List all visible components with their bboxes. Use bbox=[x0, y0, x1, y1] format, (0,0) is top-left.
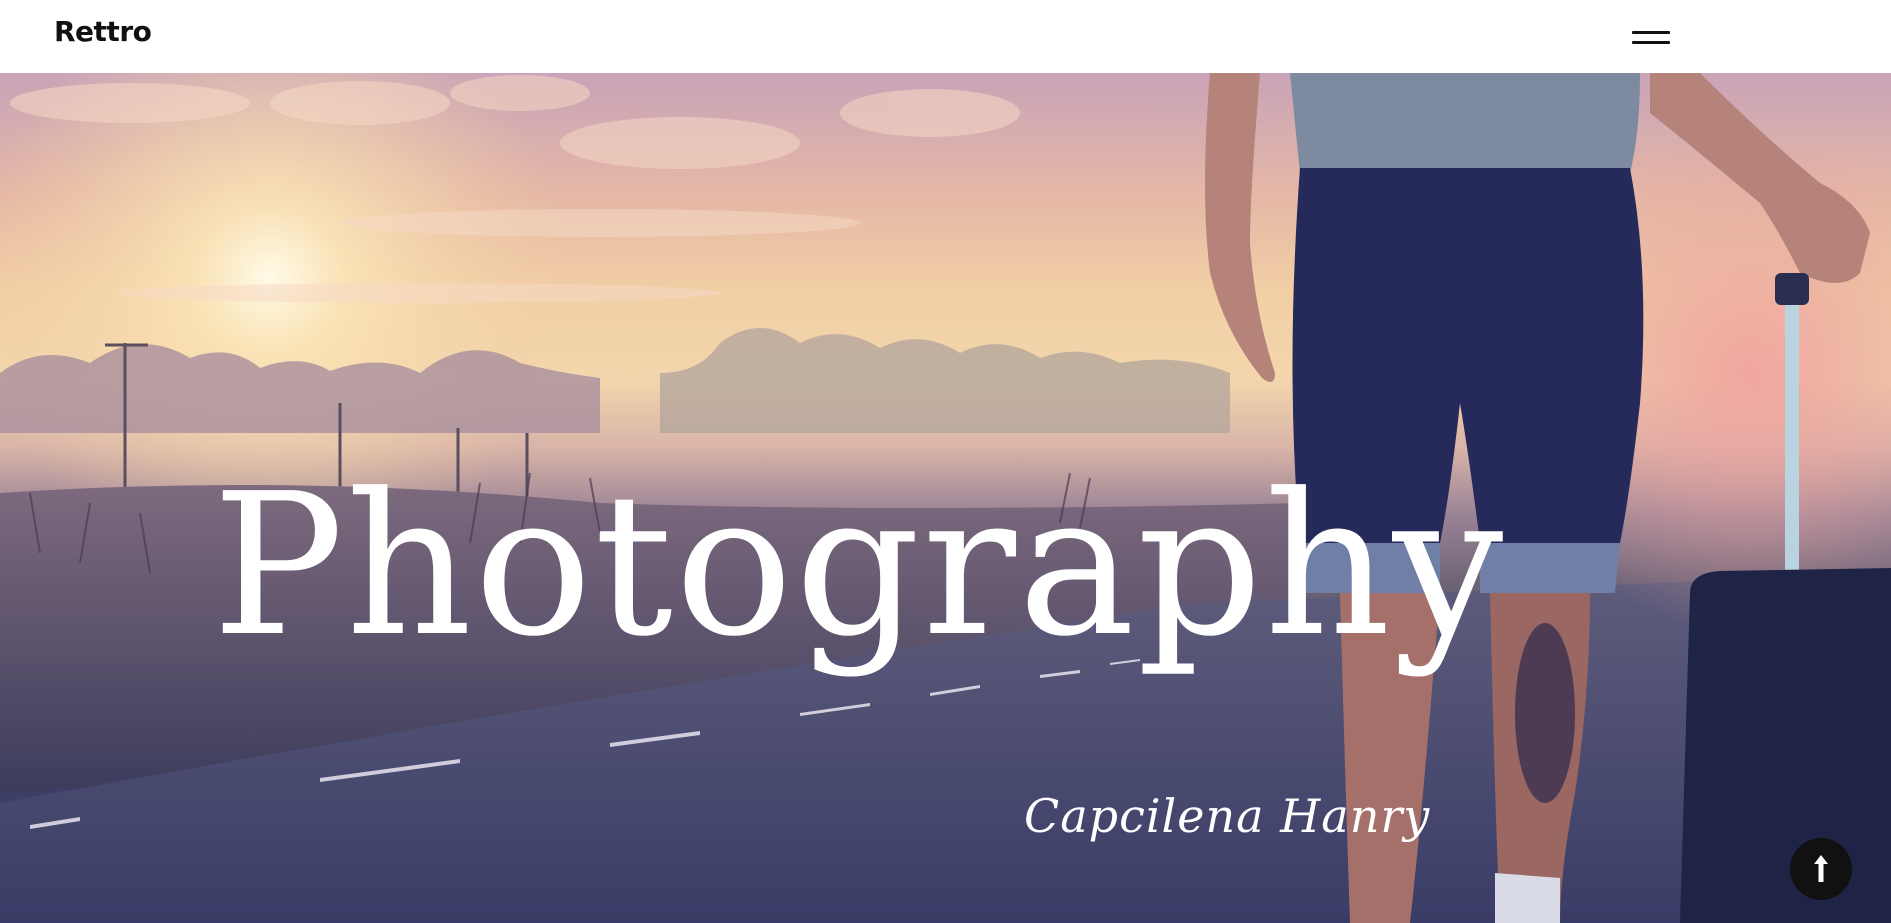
site-logo[interactable]: Rettro bbox=[54, 18, 152, 46]
hamburger-menu-icon[interactable] bbox=[1628, 24, 1672, 48]
signature-text: Capcilena Hanry bbox=[1024, 789, 1431, 843]
site-header: Rettro bbox=[0, 0, 1891, 73]
hero-title: Photography bbox=[212, 452, 1506, 680]
menu-bar-top bbox=[1632, 31, 1670, 34]
hero-section: Photography Capcilena Hanry bbox=[0, 73, 1891, 923]
arrow-up-icon bbox=[1814, 855, 1828, 882]
scroll-to-top-button[interactable] bbox=[1790, 838, 1852, 900]
menu-bar-bottom bbox=[1632, 41, 1670, 44]
